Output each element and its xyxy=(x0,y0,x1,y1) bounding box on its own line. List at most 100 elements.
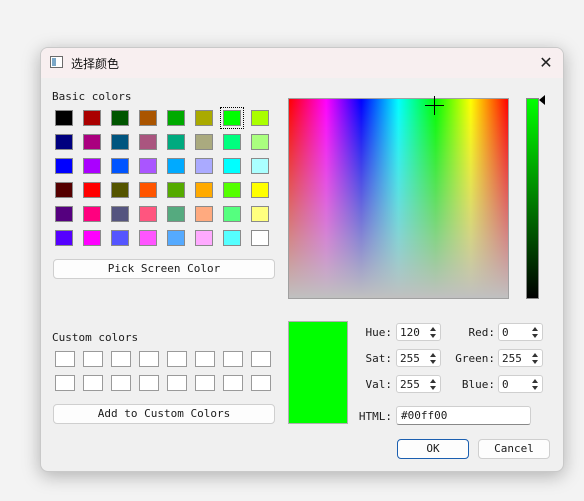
hue-spin-arrows-icon[interactable] xyxy=(428,325,438,339)
basic-color-swatch[interactable] xyxy=(167,110,185,126)
basic-color-swatch[interactable] xyxy=(139,206,157,222)
basic-color-swatch[interactable] xyxy=(83,182,101,198)
sat-spinbox[interactable]: 255 xyxy=(396,349,441,367)
custom-color-slot[interactable] xyxy=(251,351,271,367)
custom-color-slot[interactable] xyxy=(111,375,131,391)
color-spectrum[interactable] xyxy=(288,96,509,299)
basic-color-swatch[interactable] xyxy=(55,134,73,150)
basic-color-swatch[interactable] xyxy=(139,110,157,126)
color-preview xyxy=(288,321,348,424)
green-value: 255 xyxy=(502,352,522,365)
basic-color-swatch[interactable] xyxy=(83,110,101,126)
green-spinbox[interactable]: 255 xyxy=(498,349,543,367)
basic-color-swatch[interactable] xyxy=(223,206,241,222)
value-slider[interactable] xyxy=(526,98,539,299)
basic-color-swatch[interactable] xyxy=(251,230,269,246)
basic-color-swatch[interactable] xyxy=(111,230,129,246)
add-to-custom-colors-button[interactable]: Add to Custom Colors xyxy=(53,404,275,424)
basic-color-swatch[interactable] xyxy=(55,182,73,198)
blue-spin-arrows-icon[interactable] xyxy=(530,377,540,391)
html-color-input[interactable]: #00ff00 xyxy=(396,406,531,425)
basic-color-swatch[interactable] xyxy=(139,158,157,174)
basic-color-swatch[interactable] xyxy=(167,134,185,150)
custom-color-slot[interactable] xyxy=(139,375,159,391)
basic-color-swatch[interactable] xyxy=(83,158,101,174)
basic-color-swatch[interactable] xyxy=(195,206,213,222)
sat-label: Sat: xyxy=(365,352,393,365)
custom-color-slot[interactable] xyxy=(167,351,187,367)
basic-color-swatch[interactable] xyxy=(195,158,213,174)
html-label: HTML: xyxy=(358,410,392,423)
basic-color-swatch[interactable] xyxy=(167,182,185,198)
basic-color-swatch[interactable] xyxy=(195,134,213,150)
basic-color-swatch[interactable] xyxy=(111,158,129,174)
basic-color-swatch[interactable] xyxy=(223,134,241,150)
sat-value: 255 xyxy=(400,352,420,365)
basic-color-swatch[interactable] xyxy=(251,206,269,222)
basic-color-swatch[interactable] xyxy=(139,134,157,150)
basic-color-swatch[interactable] xyxy=(55,110,73,126)
basic-color-swatch[interactable] xyxy=(251,134,269,150)
custom-color-slot[interactable] xyxy=(55,351,75,367)
custom-color-slot[interactable] xyxy=(195,375,215,391)
window-title: 选择颜色 xyxy=(71,57,120,71)
basic-color-swatch[interactable] xyxy=(195,110,213,126)
custom-color-slot[interactable] xyxy=(195,351,215,367)
basic-color-swatch[interactable] xyxy=(111,134,129,150)
red-spinbox[interactable]: 0 xyxy=(498,323,543,341)
cancel-button[interactable]: Cancel xyxy=(478,439,550,459)
basic-color-swatch[interactable] xyxy=(55,206,73,222)
basic-color-swatch[interactable] xyxy=(167,206,185,222)
title-bar: 选择颜色 ✕ xyxy=(41,48,563,78)
custom-color-slot[interactable] xyxy=(223,375,243,391)
value-slider-arrow-icon[interactable] xyxy=(539,95,545,105)
basic-color-swatch[interactable] xyxy=(223,182,241,198)
custom-color-slot[interactable] xyxy=(83,351,103,367)
ok-button[interactable]: OK xyxy=(397,439,469,459)
basic-color-swatch[interactable] xyxy=(83,206,101,222)
custom-color-slot[interactable] xyxy=(223,351,243,367)
red-spin-arrows-icon[interactable] xyxy=(530,325,540,339)
custom-color-slot[interactable] xyxy=(139,351,159,367)
basic-color-swatch[interactable] xyxy=(83,134,101,150)
basic-color-swatch[interactable] xyxy=(251,158,269,174)
pick-screen-color-button[interactable]: Pick Screen Color xyxy=(53,259,275,279)
custom-color-slot[interactable] xyxy=(167,375,187,391)
basic-color-swatch[interactable] xyxy=(167,230,185,246)
custom-color-slot[interactable] xyxy=(55,375,75,391)
basic-color-swatch[interactable] xyxy=(223,158,241,174)
basic-color-swatch[interactable] xyxy=(111,206,129,222)
basic-color-swatch[interactable] xyxy=(139,230,157,246)
custom-color-slot[interactable] xyxy=(83,375,103,391)
crosshair-cursor[interactable] xyxy=(425,96,444,115)
basic-color-swatch[interactable] xyxy=(55,230,73,246)
basic-color-swatch[interactable] xyxy=(55,158,73,174)
val-spinbox[interactable]: 255 xyxy=(396,375,441,393)
val-label: Val: xyxy=(365,378,393,391)
close-button[interactable]: ✕ xyxy=(529,48,563,78)
custom-colors-label: Custom colors xyxy=(52,331,139,344)
basic-color-swatch[interactable] xyxy=(139,182,157,198)
val-value: 255 xyxy=(400,378,420,391)
basic-color-swatch[interactable] xyxy=(111,110,129,126)
red-label: Red: xyxy=(468,326,496,339)
basic-color-swatch[interactable] xyxy=(251,110,269,126)
custom-color-slot[interactable] xyxy=(251,375,271,391)
basic-color-swatch[interactable] xyxy=(251,182,269,198)
blue-value: 0 xyxy=(502,378,509,391)
basic-color-swatch[interactable] xyxy=(83,230,101,246)
basic-color-swatch[interactable] xyxy=(220,107,244,129)
blue-spinbox[interactable]: 0 xyxy=(498,375,543,393)
basic-color-swatch[interactable] xyxy=(223,230,241,246)
html-color-value: #00ff00 xyxy=(401,409,448,422)
blue-label: Blue: xyxy=(461,378,495,391)
green-spin-arrows-icon[interactable] xyxy=(530,351,540,365)
basic-color-swatch[interactable] xyxy=(167,158,185,174)
basic-color-swatch[interactable] xyxy=(111,182,129,198)
basic-color-swatch[interactable] xyxy=(195,182,213,198)
sat-spin-arrows-icon[interactable] xyxy=(428,351,438,365)
basic-color-swatch[interactable] xyxy=(195,230,213,246)
val-spin-arrows-icon[interactable] xyxy=(428,377,438,391)
hue-spinbox[interactable]: 120 xyxy=(396,323,441,341)
custom-color-slot[interactable] xyxy=(111,351,131,367)
